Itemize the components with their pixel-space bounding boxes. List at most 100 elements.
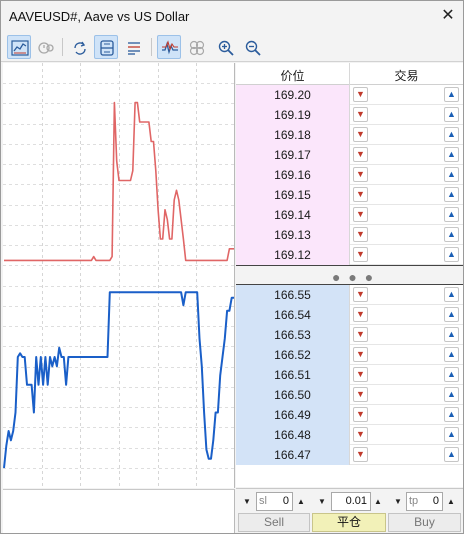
bid-row: 166.53 ▼ ▲ — [236, 325, 463, 345]
sell-limit-icon[interactable]: ▼ — [353, 287, 368, 302]
tp-increase-button[interactable]: ▲ — [444, 493, 458, 511]
buy-limit-icon[interactable]: ▲ — [444, 327, 459, 342]
ask-price[interactable]: 169.20 — [236, 85, 349, 105]
close-icon[interactable]: ✕ — [437, 5, 459, 27]
trade-cell: ▼ ▲ — [349, 165, 463, 185]
buy-limit-icon[interactable]: ▲ — [444, 247, 459, 262]
ask-price[interactable]: 169.19 — [236, 105, 349, 125]
sell-limit-icon[interactable]: ▼ — [353, 127, 368, 142]
bid-price[interactable]: 166.53 — [236, 325, 349, 345]
ask-price[interactable]: 169.18 — [236, 125, 349, 145]
buy-limit-icon[interactable]: ▲ — [444, 287, 459, 302]
tp-label: tp — [409, 495, 419, 507]
bid-price[interactable]: 166.47 — [236, 445, 349, 465]
volume-increase-button[interactable]: ▲ — [371, 493, 385, 511]
volume-input[interactable]: 0.01 — [331, 492, 371, 511]
close-position-button[interactable]: 平仓 — [312, 513, 386, 532]
bid-price[interactable]: 166.51 — [236, 365, 349, 385]
sell-limit-icon[interactable]: ▼ — [353, 407, 368, 422]
buy-limit-icon[interactable]: ▲ — [444, 447, 459, 462]
bid-price[interactable]: 166.49 — [236, 405, 349, 425]
trade-cell: ▼ ▲ — [349, 145, 463, 165]
sell-limit-icon[interactable]: ▼ — [353, 427, 368, 442]
buy-button[interactable]: Buy — [388, 513, 461, 532]
bid-row: 166.54 ▼ ▲ — [236, 305, 463, 325]
sl-decrease-button[interactable]: ▼ — [240, 493, 254, 511]
sell-limit-icon[interactable]: ▼ — [353, 147, 368, 162]
sell-limit-icon[interactable]: ▼ — [353, 167, 368, 182]
buy-limit-icon[interactable]: ▲ — [444, 227, 459, 242]
buy-limit-icon[interactable]: ▲ — [444, 387, 459, 402]
bid-price[interactable]: 166.54 — [236, 305, 349, 325]
buy-limit-icon[interactable]: ▲ — [444, 307, 459, 322]
ask-row: 169.16 ▼ ▲ — [236, 165, 463, 185]
ask-price[interactable]: 169.13 — [236, 225, 349, 245]
title-bar: AAVEUSD#, Aave vs US Dollar ✕ — [1, 1, 463, 32]
sell-limit-icon[interactable]: ▼ — [353, 347, 368, 362]
tp-value: 0 — [432, 495, 439, 507]
sell-limit-icon[interactable]: ▼ — [353, 387, 368, 402]
buy-limit-icon[interactable]: ▲ — [444, 187, 459, 202]
chart-icon[interactable] — [7, 35, 31, 59]
trade-cell: ▼ ▲ — [349, 225, 463, 245]
chart-grid — [3, 63, 235, 488]
bubbles-icon[interactable] — [184, 35, 208, 59]
buy-limit-icon[interactable]: ▲ — [444, 167, 459, 182]
sell-limit-icon[interactable]: ▼ — [353, 327, 368, 342]
buy-limit-icon[interactable]: ▲ — [444, 347, 459, 362]
buy-limit-icon[interactable]: ▲ — [444, 207, 459, 222]
trade-cell: ▼ ▲ — [349, 365, 463, 385]
sell-limit-icon[interactable]: ▼ — [353, 207, 368, 222]
tick-chart-icon[interactable] — [157, 35, 181, 59]
bid-price[interactable]: 166.52 — [236, 345, 349, 365]
volume-value: 0.01 — [345, 495, 367, 507]
list-settings-icon[interactable] — [121, 35, 145, 59]
buy-limit-icon[interactable]: ▲ — [444, 367, 459, 382]
buy-limit-icon[interactable]: ▲ — [444, 87, 459, 102]
tp-decrease-button[interactable]: ▼ — [391, 493, 405, 511]
trade-cell: ▼ ▲ — [349, 325, 463, 345]
sell-limit-icon[interactable]: ▼ — [353, 107, 368, 122]
bid-price[interactable]: 166.50 — [236, 385, 349, 405]
zoom-in-icon[interactable] — [213, 35, 237, 59]
buy-limit-icon[interactable]: ▲ — [444, 127, 459, 142]
sl-input[interactable]: sl 0 — [256, 492, 293, 511]
bid-price[interactable]: 166.48 — [236, 425, 349, 445]
buy-limit-icon[interactable]: ▲ — [444, 147, 459, 162]
tp-input[interactable]: tp 0 — [406, 492, 443, 511]
ask-price[interactable]: 169.17 — [236, 145, 349, 165]
history-icon[interactable] — [33, 35, 57, 59]
sell-limit-icon[interactable]: ▼ — [353, 87, 368, 102]
sell-limit-icon[interactable]: ▼ — [353, 307, 368, 322]
trade-cell: ▼ ▲ — [349, 105, 463, 125]
bid-price[interactable]: 166.55 — [236, 285, 349, 305]
ask-row: 169.19 ▼ ▲ — [236, 105, 463, 125]
sell-limit-icon[interactable]: ▼ — [353, 247, 368, 262]
bid-row: 166.50 ▼ ▲ — [236, 385, 463, 405]
sell-limit-icon[interactable]: ▼ — [353, 187, 368, 202]
order-book-header: 价位 交易 — [236, 63, 463, 85]
sl-value: 0 — [282, 495, 289, 507]
order-controls: ▼ sl 0 ▲ ▼ 0.01 ▲ ▼ tp 0 ▲ Sell 平仓 Buy — [236, 488, 463, 533]
ask-row: 169.20 ▼ ▲ — [236, 85, 463, 105]
buy-limit-icon[interactable]: ▲ — [444, 427, 459, 442]
trade-cell: ▼ ▲ — [349, 85, 463, 105]
ask-price[interactable]: 169.12 — [236, 245, 349, 265]
tick-chart[interactable] — [3, 63, 235, 488]
buy-limit-icon[interactable]: ▲ — [444, 107, 459, 122]
buy-limit-icon[interactable]: ▲ — [444, 407, 459, 422]
sync-icon[interactable] — [67, 35, 91, 59]
volume-decrease-button[interactable]: ▼ — [315, 493, 329, 511]
ask-row: 169.15 ▼ ▲ — [236, 185, 463, 205]
sell-limit-icon[interactable]: ▼ — [353, 367, 368, 382]
ask-price[interactable]: 169.14 — [236, 205, 349, 225]
sell-button[interactable]: Sell — [238, 513, 310, 532]
sell-limit-icon[interactable]: ▼ — [353, 447, 368, 462]
trade-cell: ▼ ▲ — [349, 205, 463, 225]
ask-price[interactable]: 169.16 — [236, 165, 349, 185]
sl-increase-button[interactable]: ▲ — [294, 493, 308, 511]
sell-limit-icon[interactable]: ▼ — [353, 227, 368, 242]
zoom-out-icon[interactable] — [240, 35, 264, 59]
split-view-icon[interactable] — [94, 35, 118, 59]
ask-price[interactable]: 169.15 — [236, 185, 349, 205]
